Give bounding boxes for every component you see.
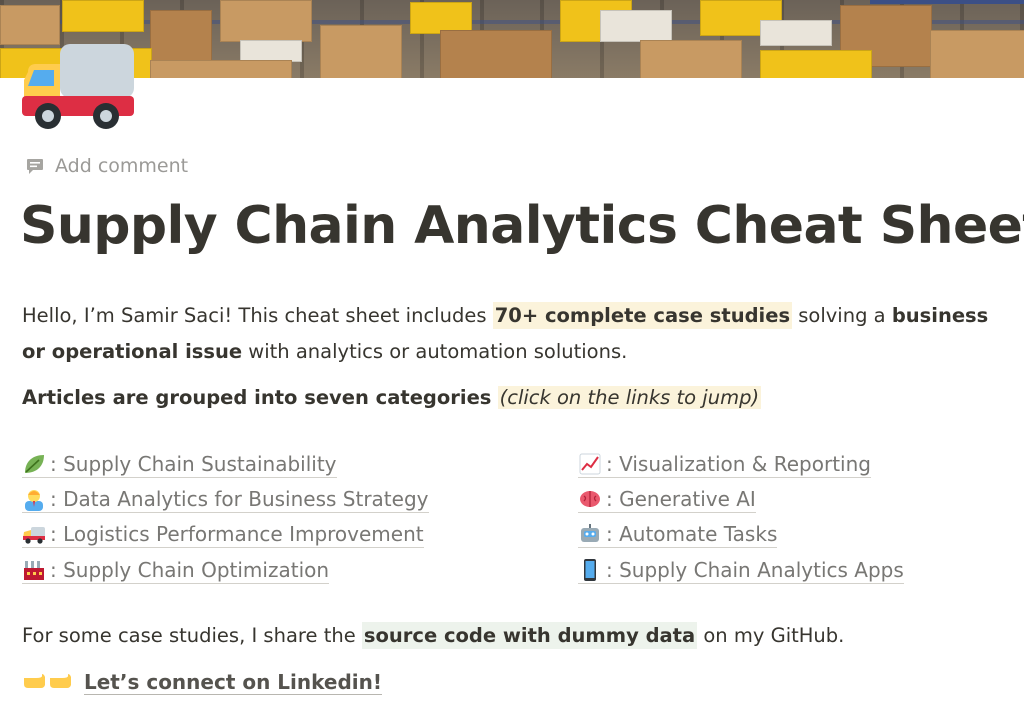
source-highlight: source code with dummy data bbox=[361, 622, 698, 649]
delivery-truck-icon bbox=[22, 44, 134, 129]
category-label: : Automate Tasks bbox=[606, 522, 778, 546]
category-label: : Supply Chain Optimization bbox=[50, 558, 330, 582]
factory-icon bbox=[22, 558, 46, 582]
intro-paragraph: Hello, I’m Samir Saci! This cheat sheet … bbox=[22, 298, 1017, 370]
page-icon-truck[interactable] bbox=[20, 42, 136, 134]
intro-text-3: with analytics or automation solutions. bbox=[242, 340, 628, 363]
category-label: : Logistics Performance Improvement bbox=[50, 522, 424, 546]
add-comment-button[interactable]: Add comment bbox=[24, 153, 188, 179]
category-link-generative-ai[interactable]: : Generative AI bbox=[578, 487, 756, 513]
category-label: : Supply Chain Analytics Apps bbox=[606, 558, 904, 582]
intro-highlight: 70+ complete case studies bbox=[492, 302, 793, 329]
source-text-1: For some case studies, I share the bbox=[22, 624, 362, 647]
intro-text-2: solving a bbox=[792, 304, 892, 327]
business-person-icon bbox=[22, 487, 46, 511]
intro-text-1: Hello, I’m Samir Saci! This cheat sheet … bbox=[22, 304, 493, 327]
source-code-paragraph: For some case studies, I share the sourc… bbox=[22, 618, 844, 654]
category-link-logistics[interactable]: : Logistics Performance Improvement bbox=[22, 522, 424, 548]
leaf-icon bbox=[22, 452, 46, 476]
add-comment-label: Add comment bbox=[55, 155, 189, 177]
source-text-2: on my GitHub. bbox=[697, 624, 845, 647]
robot-icon bbox=[578, 522, 602, 546]
cover-image bbox=[0, 0, 1024, 78]
pointing-hand-icon bbox=[22, 668, 74, 696]
category-label: : Visualization & Reporting bbox=[606, 452, 871, 476]
comment-icon bbox=[24, 156, 45, 177]
chart-increasing-icon bbox=[578, 452, 602, 476]
category-label: : Data Analytics for Business Strategy bbox=[50, 487, 429, 511]
brain-icon bbox=[578, 487, 602, 511]
delivery-truck-icon bbox=[22, 522, 46, 546]
grouping-paragraph: Articles are grouped into seven categori… bbox=[22, 380, 762, 416]
linkedin-connect-row: Let’s connect on Linkedin! bbox=[22, 668, 382, 696]
category-link-business-strategy[interactable]: : Data Analytics for Business Strategy bbox=[22, 487, 429, 513]
category-link-visualization[interactable]: : Visualization & Reporting bbox=[578, 452, 871, 478]
category-label: : Supply Chain Sustainability bbox=[50, 452, 337, 476]
page-title: Supply Chain Analytics Cheat Sheet bbox=[20, 196, 1024, 256]
grouping-italic: (click on the links to jump) bbox=[497, 386, 762, 409]
category-link-sustainability[interactable]: : Supply Chain Sustainability bbox=[22, 452, 337, 478]
grouping-bold: Articles are grouped into seven categori… bbox=[22, 386, 492, 409]
linkedin-link[interactable]: Let’s connect on Linkedin! bbox=[84, 670, 382, 695]
category-link-optimization[interactable]: : Supply Chain Optimization bbox=[22, 558, 330, 584]
category-link-automate-tasks[interactable]: : Automate Tasks bbox=[578, 522, 778, 548]
category-link-apps[interactable]: : Supply Chain Analytics Apps bbox=[578, 558, 904, 584]
category-label: : Generative AI bbox=[606, 487, 756, 511]
mobile-phone-icon bbox=[578, 558, 602, 582]
